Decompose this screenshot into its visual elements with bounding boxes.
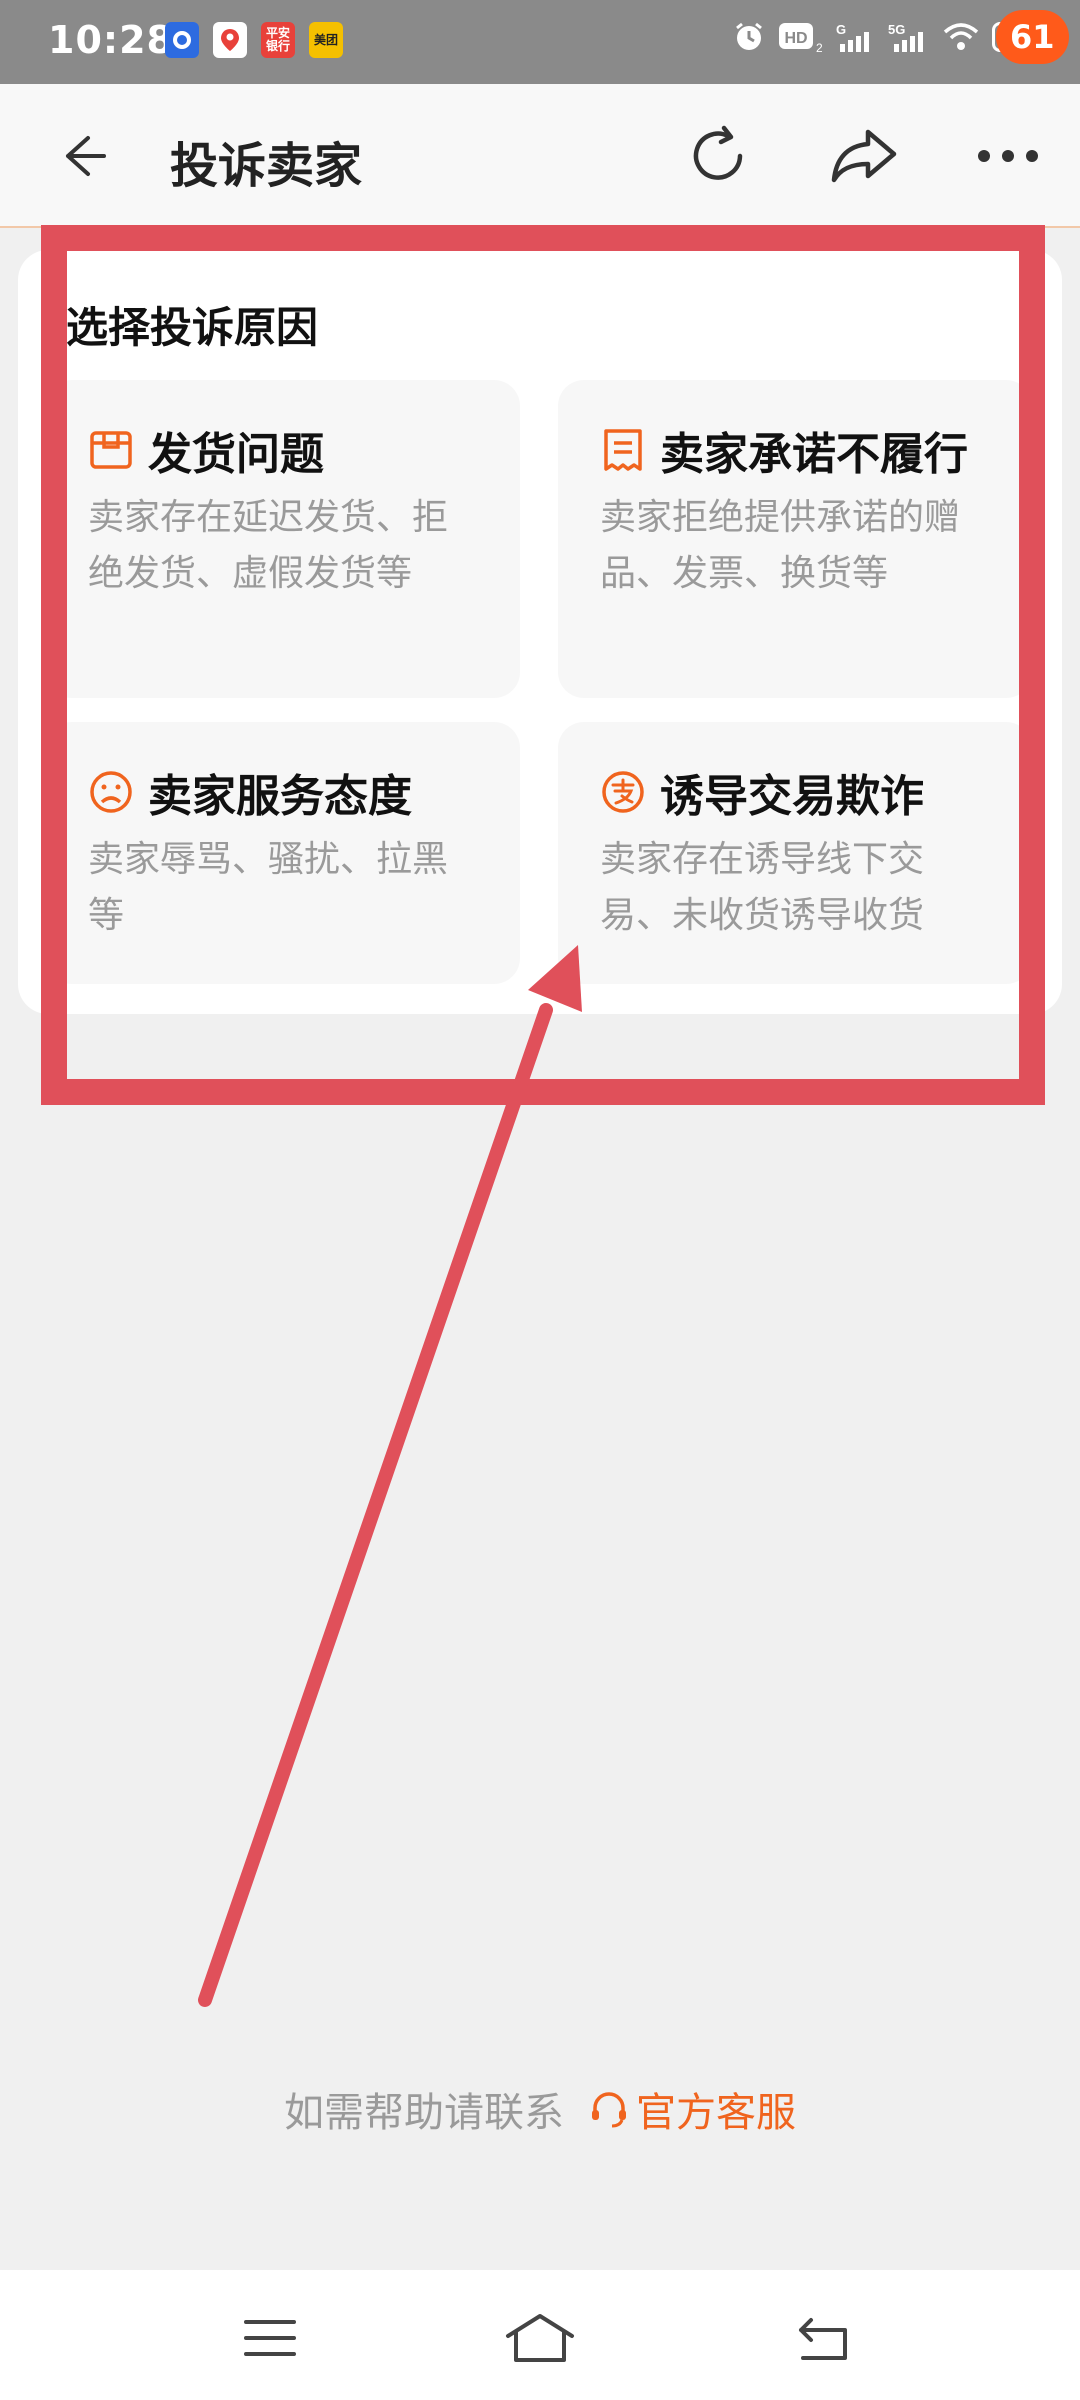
reason-service-attitude[interactable]: 卖家服务态度 卖家辱骂、骚扰、拉黑等 (46, 722, 520, 984)
svg-text:HD: HD (784, 30, 807, 47)
top-nav-bar: 投诉卖家 (0, 84, 1080, 228)
reason-description: 卖家存在延迟发货、拒绝发货、虚假发货等 (88, 497, 449, 594)
status-app-icons: 平安 银行 美团 (165, 22, 343, 58)
reason-description: 卖家存在诱导线下交易、未收货诱导收货 (600, 839, 925, 936)
svg-text:G: G (836, 22, 846, 37)
refresh-icon (693, 125, 743, 180)
meituan-app-icon: 美团 (309, 22, 343, 58)
back-arrow-icon (66, 136, 106, 176)
back-system-button[interactable] (784, 2298, 864, 2378)
official-service-link[interactable]: 官方客服 (588, 2080, 796, 2138)
sad-face-icon (90, 771, 132, 813)
signal-g-icon: G (834, 20, 874, 54)
more-options-button[interactable] (966, 114, 1050, 198)
back-button[interactable] (40, 114, 124, 198)
baidu-app-icon (165, 22, 199, 58)
map-app-icon (213, 22, 247, 58)
reason-induced-fraud[interactable]: 诱导交易欺诈 卖家存在诱导线下交易、未收货诱导收货 (558, 722, 1032, 984)
wifi-icon (942, 20, 980, 54)
headset-icon (592, 2092, 626, 2128)
share-arrow-icon (831, 129, 897, 183)
return-arrow-icon (799, 2318, 847, 2360)
alarm-icon (732, 20, 766, 54)
refresh-button[interactable] (676, 114, 760, 198)
recent-apps-button[interactable] (230, 2298, 310, 2378)
alipay-circle-icon (602, 771, 644, 813)
reason-title: 诱导交易欺诈 (660, 771, 924, 822)
help-contact-row: 如需帮助请联系 官方客服 (0, 2080, 1080, 2138)
more-dots-icon (978, 150, 1038, 162)
status-bar: 10:28 平安银行 美团 HD2 G 5G 77 (0, 0, 1080, 84)
reason-title: 卖家承诺不履行 (660, 429, 968, 480)
page-title: 投诉卖家 (170, 138, 363, 194)
svg-text:2: 2 (816, 41, 822, 54)
hd-icon: HD 2 (778, 20, 822, 54)
status-time: 10:28 (48, 18, 174, 62)
menu-lines-icon (244, 2320, 296, 2356)
annotation-arrow-line (198, 1003, 553, 2007)
share-button[interactable] (822, 114, 906, 198)
svg-text:5G: 5G (888, 22, 905, 37)
reason-description: 卖家辱骂、骚扰、拉黑等 (88, 839, 449, 936)
reason-shipping-issue[interactable]: 发货问题 卖家存在延迟发货、拒绝发货、虚假发货等 (46, 380, 520, 698)
receipt-list-icon (604, 429, 642, 471)
reason-description: 卖家拒绝提供承诺的赠品、发票、换货等 (600, 497, 961, 594)
complaint-reason-card: 选择投诉原因 发货问题 卖家存在延迟发货、拒绝发货、虚假发货等 卖家承诺不履行 … (18, 250, 1062, 1014)
reason-title: 卖家服务态度 (148, 771, 412, 822)
signal-5g-icon: 5G (886, 20, 930, 54)
reason-title: 发货问题 (148, 429, 324, 480)
package-box-icon (90, 431, 132, 469)
pingan-bank-app-icon: 平安 银行 (261, 22, 295, 58)
system-navigation-bar (0, 2270, 1080, 2400)
section-title: 选择投诉原因 (66, 303, 319, 352)
home-button[interactable] (500, 2298, 580, 2378)
help-text: 如需帮助请联系 (284, 2090, 564, 2136)
reason-promise-unfulfilled[interactable]: 卖家承诺不履行 卖家拒绝提供承诺的赠品、发票、换货等 (558, 380, 1032, 698)
home-icon (506, 2314, 574, 2362)
notification-badge: 61 (996, 10, 1069, 64)
official-service-label: 官方客服 (636, 2090, 796, 2136)
